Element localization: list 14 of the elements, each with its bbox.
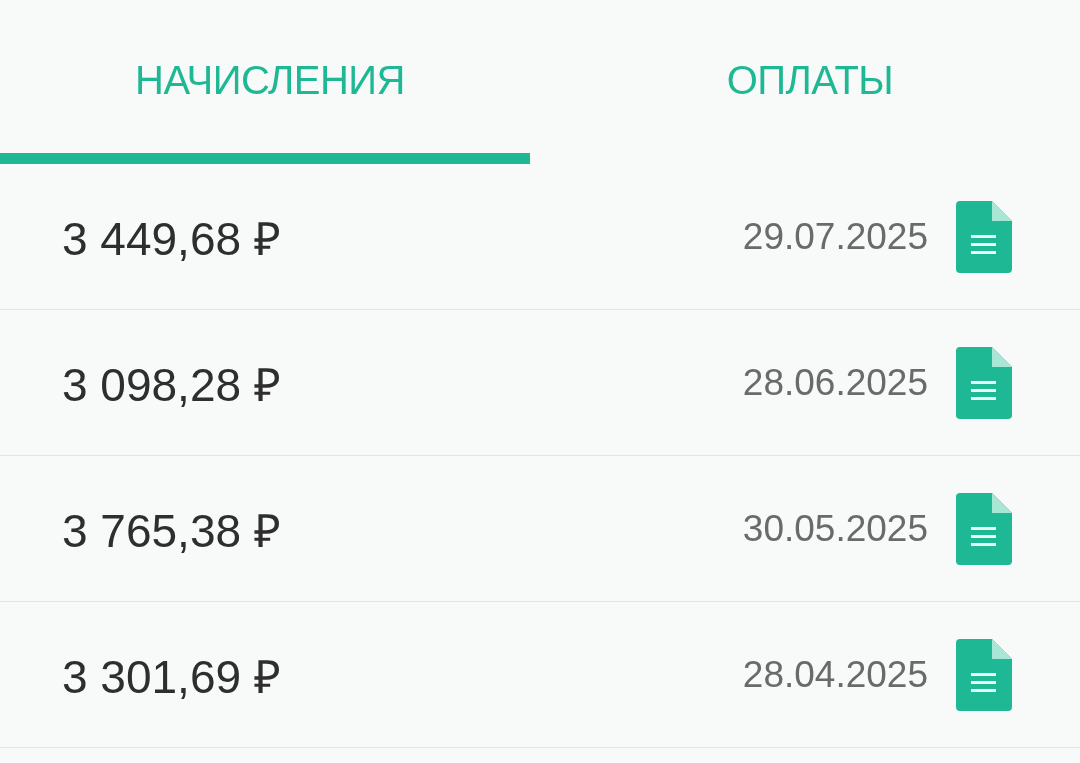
date-text: 30.05.2025: [742, 507, 928, 550]
date-text: 28.06.2025: [742, 361, 928, 404]
tab[interactable]: ОПЛАТЫ: [540, 0, 1080, 164]
amount-text: 3 098,28 ₽: [62, 357, 282, 413]
document-icon[interactable]: [956, 638, 1012, 711]
date-text: 29.07.2025: [742, 215, 928, 258]
date-text: 28.04.2025: [742, 653, 928, 696]
document-icon[interactable]: [956, 346, 1012, 419]
document-icon[interactable]: [956, 492, 1012, 565]
tab[interactable]: НАЧИСЛЕНИЯ: [0, 0, 540, 164]
document-icon[interactable]: [956, 200, 1012, 273]
amount-text: 3 449,68 ₽: [62, 211, 282, 267]
amount-text: 3 301,69 ₽: [62, 649, 282, 705]
amount-text: 3 765,38 ₽: [62, 503, 282, 559]
